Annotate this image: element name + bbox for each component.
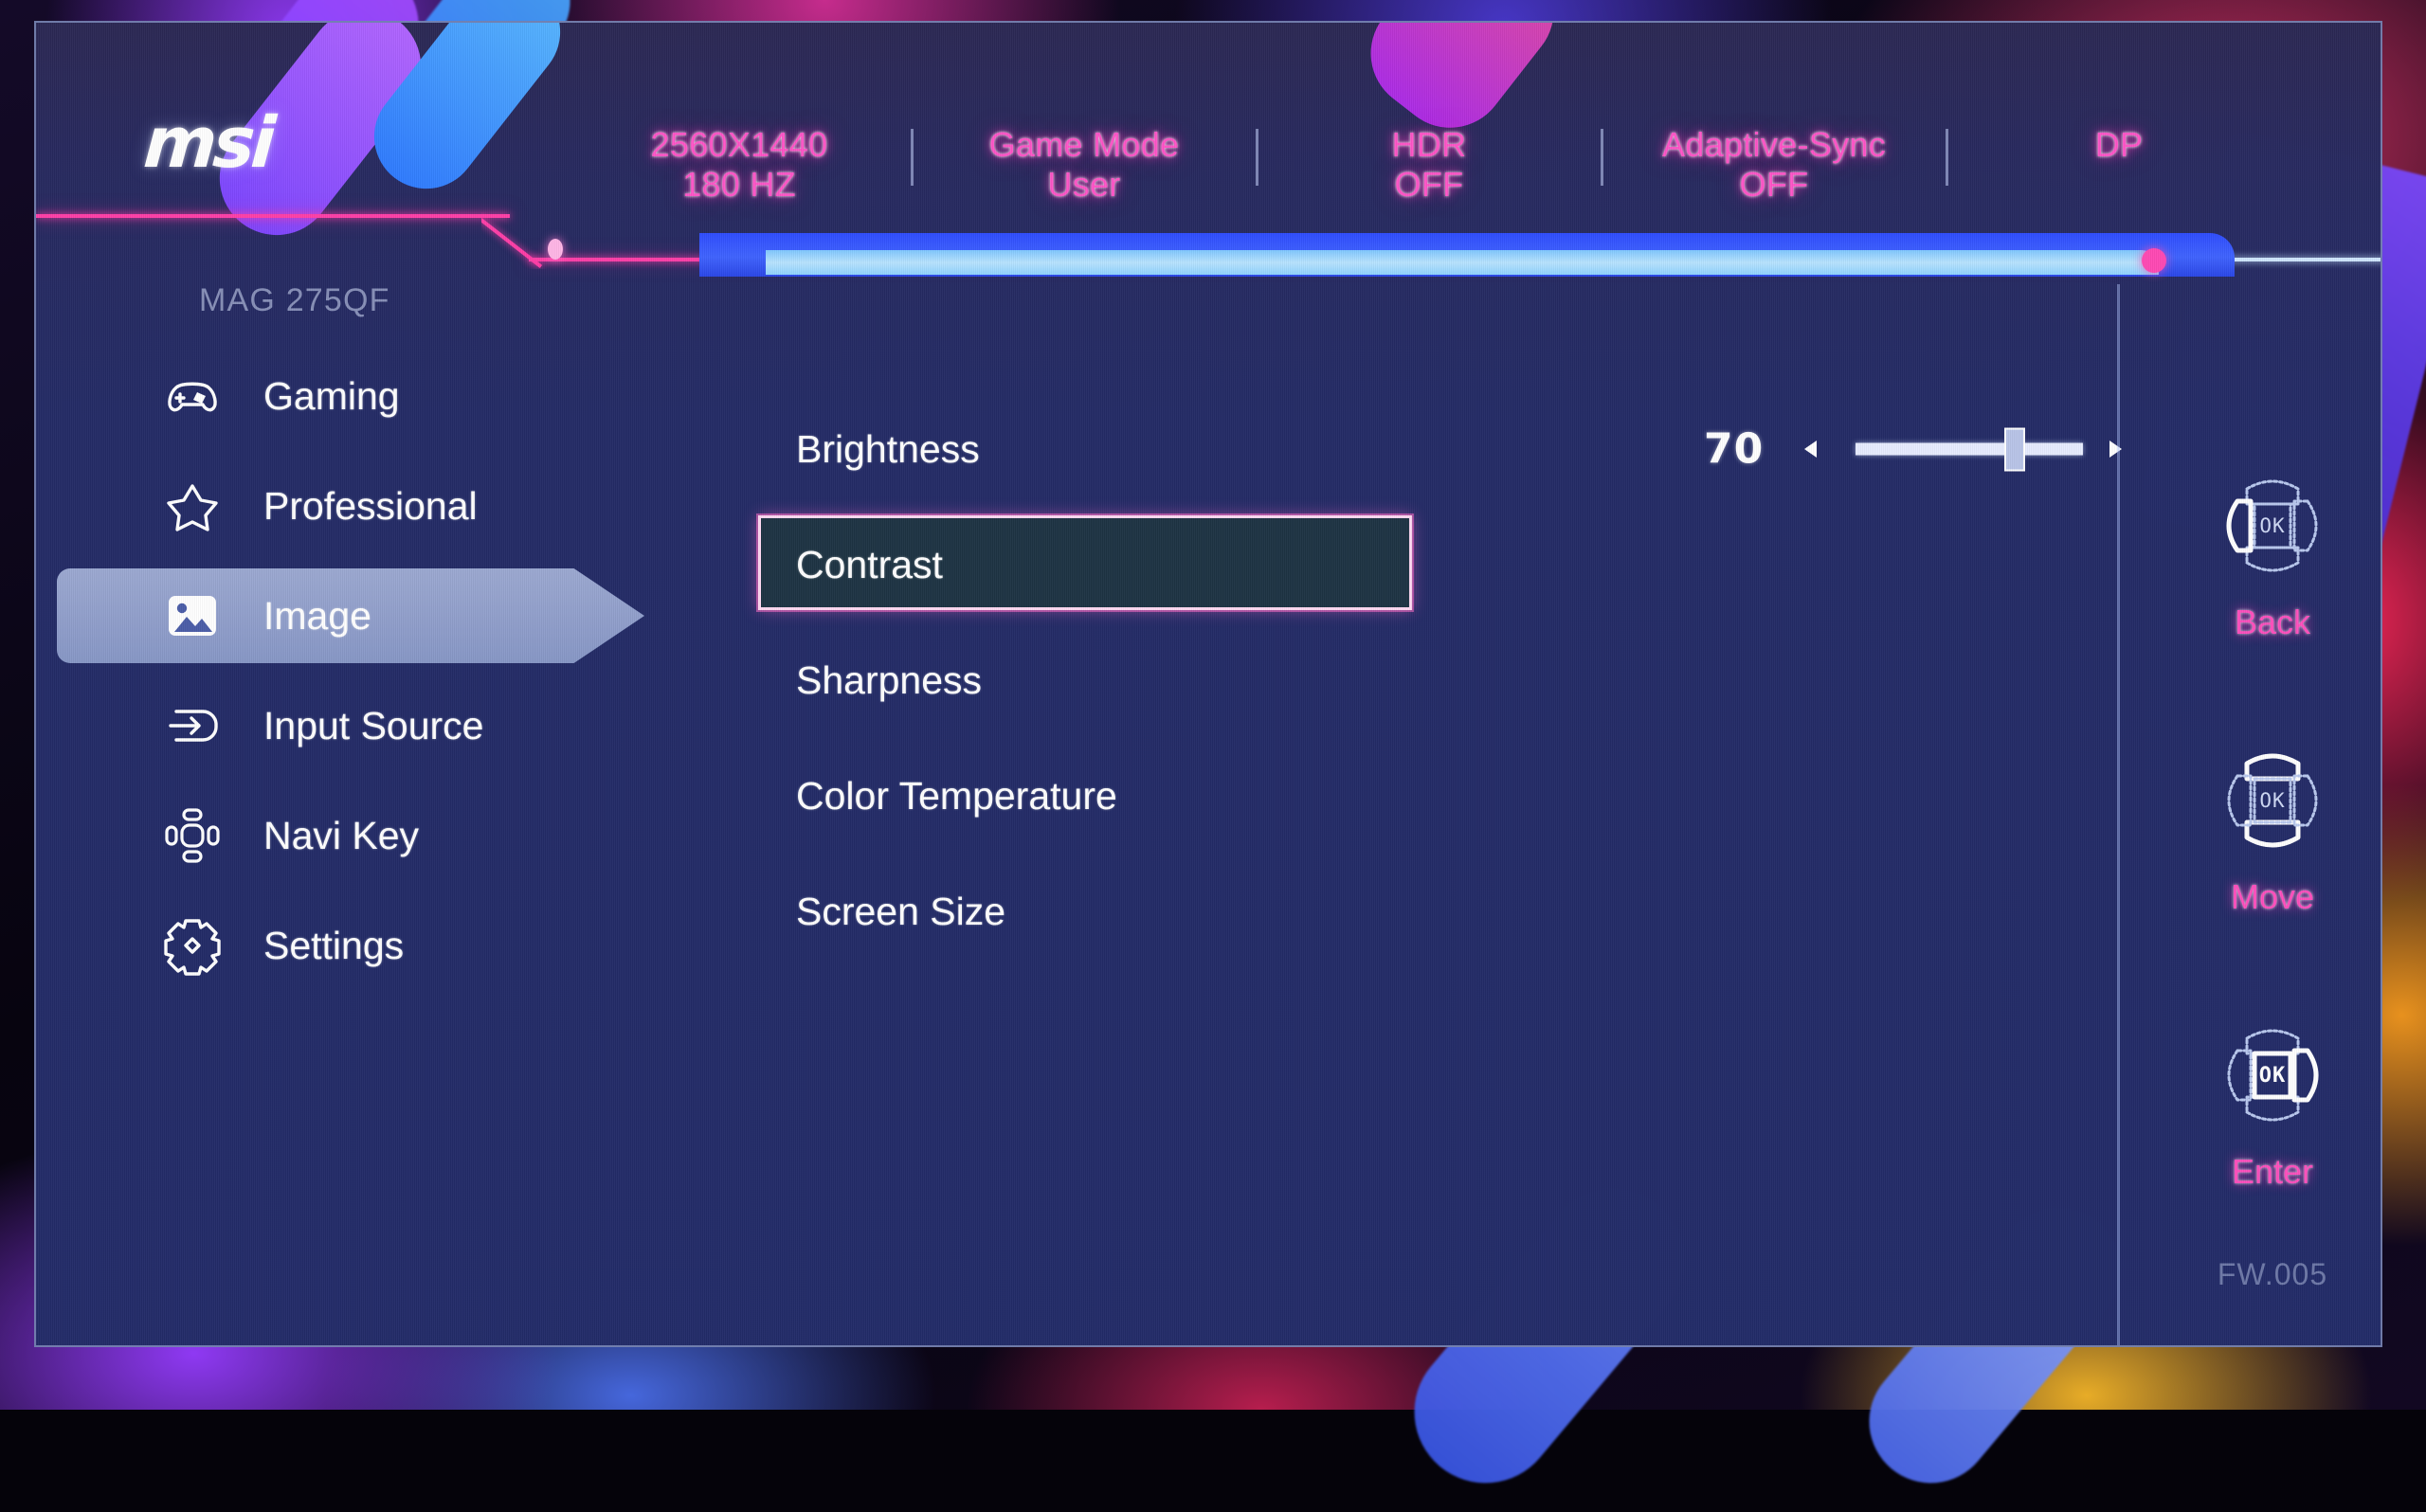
sidebar-item-label: Image — [263, 594, 371, 639]
sidebar-item-navi-key[interactable]: Navi Key — [57, 786, 701, 885]
header-divider-left — [36, 214, 510, 218]
status-value: OFF — [1602, 165, 1946, 205]
status-value: OFF — [1257, 165, 1602, 205]
increase-arrow-icon[interactable] — [2109, 441, 2122, 458]
settings-list: Brightness 70 Contrast Sharpness — [737, 267, 2164, 1345]
sidebar-item-gaming[interactable]: Gaming — [57, 347, 701, 445]
sidebar-item-settings[interactable]: Settings — [57, 896, 701, 995]
nav-hint-enter[interactable]: OK Enter — [2164, 1010, 2381, 1192]
status-value: 180 HZ — [567, 165, 912, 205]
monitor-model-label: MAG 275QF — [199, 282, 390, 319]
svg-text:OK: OK — [2259, 1064, 2287, 1088]
nav-hint-move[interactable]: OK Move — [2164, 735, 2381, 917]
nav-hint-back[interactable]: OK Back — [2164, 460, 2381, 642]
star-icon — [163, 477, 222, 535]
sidebar: MAG 275QF Gaming — [36, 267, 737, 1345]
brightness-slider[interactable]: 70 — [1704, 400, 2235, 498]
navigation-hints: OK Back OK Move — [2164, 267, 2381, 1345]
sidebar-item-label: Navi Key — [263, 814, 419, 858]
brightness-value: 70 — [1704, 425, 1764, 474]
setting-row-brightness[interactable]: Brightness 70 — [737, 400, 2055, 498]
joystick-updown-icon: OK — [2164, 735, 2381, 866]
slider-thumb[interactable] — [2004, 427, 2025, 471]
nav-hint-label: Move — [2164, 877, 2381, 917]
input-arrow-icon — [163, 696, 222, 755]
status-label: 2560X1440 — [567, 125, 912, 165]
status-value: User — [912, 165, 1257, 205]
status-item-hdr: HDR OFF — [1257, 125, 1602, 206]
status-label: Game Mode — [912, 125, 1257, 165]
sidebar-item-label: Settings — [263, 924, 404, 968]
gamepad-icon — [163, 367, 222, 425]
setting-row-sharpness[interactable]: Sharpness — [737, 631, 2055, 729]
decrease-arrow-icon[interactable] — [1804, 441, 1817, 458]
setting-row-screen-size[interactable]: Screen Size — [737, 862, 2055, 961]
slider-track[interactable] — [1856, 443, 2083, 456]
status-label: Adaptive-Sync — [1602, 125, 1946, 165]
setting-label: Color Temperature — [796, 774, 1117, 819]
setting-label: Screen Size — [796, 890, 1005, 934]
joystick-left-icon: OK — [2164, 460, 2381, 591]
svg-text:OK: OK — [2259, 789, 2285, 812]
status-item-input-source: DP — [1946, 125, 2291, 165]
msi-logo: msi — [141, 102, 275, 184]
sidebar-item-image[interactable]: Image — [57, 567, 701, 665]
setting-label: Brightness — [796, 427, 980, 472]
osd-body: MAG 275QF Gaming — [36, 267, 2381, 1345]
status-label: DP — [1946, 125, 2291, 165]
osd-panel: msi 2560X1440 180 HZ Game Mode User HDR … — [34, 21, 2382, 1347]
setting-label: Contrast — [796, 543, 943, 587]
sidebar-item-label: Professional — [263, 484, 478, 529]
setting-row-color-temperature[interactable]: Color Temperature — [737, 747, 2055, 845]
status-item-resolution: 2560X1440 180 HZ — [567, 125, 912, 206]
navi-key-icon — [163, 806, 222, 865]
sidebar-item-input-source[interactable]: Input Source — [57, 676, 701, 775]
gear-icon — [163, 916, 222, 975]
header-divider-dot — [548, 239, 563, 260]
sidebar-item-label: Input Source — [263, 704, 484, 748]
status-label: HDR — [1257, 125, 1602, 165]
sidebar-item-professional[interactable]: Professional — [57, 457, 701, 555]
status-item-game-mode: Game Mode User — [912, 125, 1257, 206]
osd-header: msi 2560X1440 180 HZ Game Mode User HDR … — [36, 23, 2381, 233]
status-bar: 2560X1440 180 HZ Game Mode User HDR OFF … — [567, 125, 2291, 207]
nav-column-separator — [2117, 284, 2120, 1345]
status-item-adaptive-sync: Adaptive-Sync OFF — [1602, 125, 1946, 206]
svg-text:OK: OK — [2259, 514, 2285, 537]
joystick-right-icon: OK — [2164, 1010, 2381, 1141]
firmware-version-label: FW.005 — [2164, 1257, 2381, 1292]
setting-label: Sharpness — [796, 658, 982, 703]
picture-icon — [163, 586, 222, 645]
setting-row-contrast[interactable]: Contrast — [737, 515, 2055, 614]
nav-hint-label: Back — [2164, 603, 2381, 642]
sidebar-item-label: Gaming — [263, 374, 400, 419]
nav-hint-label: Enter — [2164, 1152, 2381, 1192]
